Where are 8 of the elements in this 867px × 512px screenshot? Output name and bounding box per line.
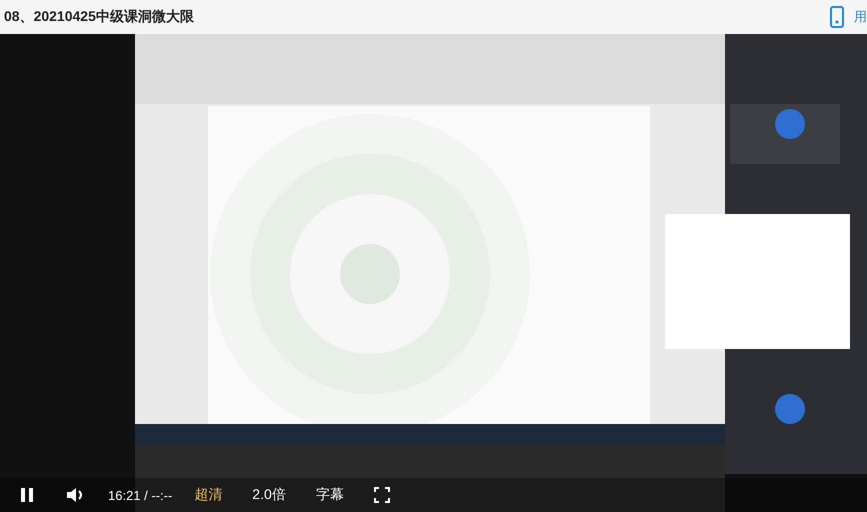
video-title: 08、20210425中级课洞微大限	[4, 8, 194, 26]
playback-time: 16:21 / --:--	[108, 488, 172, 502]
quality-button[interactable]: 超清	[194, 486, 222, 504]
pause-button[interactable]	[20, 487, 34, 503]
subtitles-button[interactable]: 字幕	[316, 486, 344, 504]
fullscreen-icon[interactable]	[374, 487, 390, 503]
speed-button[interactable]: 2.0倍	[252, 486, 286, 504]
phone-icon[interactable]	[830, 6, 844, 28]
